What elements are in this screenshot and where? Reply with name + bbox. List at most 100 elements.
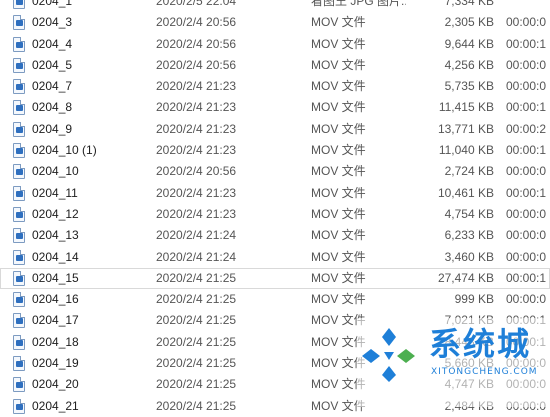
file-row[interactable]: 0204_10 2020/2/4 20:56 MOV 文件 2,724 KB 00:00… <box>0 161 550 182</box>
file-name: 0204_9 <box>32 121 73 136</box>
file-name: 0204_20 <box>32 377 79 392</box>
file-name: 0204_11 <box>32 185 78 200</box>
file-name: 0204_8 <box>32 100 73 115</box>
file-duration: 00:00:0 <box>506 79 547 94</box>
mov-file-icon <box>13 36 25 52</box>
file-size: 4,754 KB <box>444 206 494 221</box>
file-type: MOV 文件 <box>311 228 366 243</box>
file-name: 0204_17 <box>32 313 79 328</box>
file-row[interactable]: 0204_3 2020/2/4 20:56 MOV 文件 2,305 KB 00:00:… <box>0 12 550 33</box>
file-row[interactable]: 0204_16 2020/2/4 21:25 MOV 文件 999 KB 00:00:0 <box>0 289 550 310</box>
file-duration: 00:00:2 <box>506 121 547 136</box>
file-name: 0204_5 <box>32 57 73 72</box>
watermark-logo-icon <box>362 328 415 382</box>
file-modified-date: 2020/2/4 21:25 <box>156 377 237 392</box>
file-name: 0204_21 <box>32 398 79 413</box>
file-size: 7,334 KB <box>444 0 494 8</box>
file-name: 0204_19 <box>32 356 79 371</box>
file-size: 2,305 KB <box>444 15 494 30</box>
file-modified-date: 2020/2/4 21:25 <box>156 356 237 371</box>
file-name: 0204_3 <box>32 15 73 30</box>
file-duration: 00:00:1 <box>506 143 547 158</box>
file-modified-date: 2020/2/4 21:25 <box>156 270 237 285</box>
file-duration: 00:00:0 <box>506 57 547 72</box>
file-type: MOV 文件 <box>311 121 366 136</box>
watermark: 系统城 XITONGCHENG.COM <box>357 318 550 407</box>
file-duration: 00:00:0 <box>506 206 547 221</box>
watermark-subtitle: XITONGCHENG.COM <box>431 367 538 377</box>
file-type: MOV 文件 <box>311 164 366 179</box>
file-row[interactable]: 0204_14 2020/2/4 21:24 MOV 文件 3,460 KB 00:00… <box>0 247 550 268</box>
file-duration: 00:00:0 <box>506 228 547 243</box>
file-duration: 00:00:0 <box>506 164 547 179</box>
file-modified-date: 2020/2/4 21:23 <box>156 79 237 94</box>
file-modified-date: 2020/2/4 20:56 <box>156 15 237 30</box>
file-row[interactable]: 0204_5 2020/2/4 20:56 MOV 文件 4,256 KB 00:00:… <box>0 55 550 76</box>
file-type: MOV 文件 <box>311 206 366 221</box>
watermark-title: 系统城 <box>429 325 532 363</box>
mov-file-icon <box>13 292 25 308</box>
file-row[interactable]: 0204_13 2020/2/4 21:24 MOV 文件 6,233 KB 00:00… <box>0 225 550 246</box>
file-type: MOV 文件 <box>311 57 366 72</box>
file-size: 5,735 KB <box>444 79 494 94</box>
mov-file-icon <box>13 356 25 372</box>
file-row[interactable]: 0204_11 2020/2/4 21:23 MOV 文件 10,461 KB 00:0… <box>0 183 550 204</box>
file-name: 0204_10 (1) <box>32 143 97 158</box>
file-row[interactable]: 0204_9 2020/2/4 21:23 MOV 文件 13,771 KB 00:00… <box>0 119 550 140</box>
file-row[interactable]: 0204_10 (1) 2020/2/4 21:23 MOV 文件 11,040 KB… <box>0 140 550 161</box>
file-type: MOV 文件 <box>311 185 366 200</box>
file-duration: 00:00:0 <box>506 15 547 30</box>
file-modified-date: 2020/2/4 21:23 <box>156 185 237 200</box>
file-row[interactable]: 0204_12 2020/2/4 21:23 MOV 文件 4,754 KB 00:00… <box>0 204 550 225</box>
mov-file-icon <box>13 249 25 265</box>
file-duration: 00:00:1 <box>506 270 547 285</box>
file-name: 0204_4 <box>32 36 73 51</box>
file-name: 0204_10 <box>32 164 79 179</box>
file-modified-date: 2020/2/5 22:04 <box>156 0 237 8</box>
file-duration: 00:00:0 <box>506 249 547 264</box>
file-row[interactable]: 0204_1 2020/2/5 22:04 看图王 JPG 图片... 7,334 K… <box>0 0 550 12</box>
mov-file-icon <box>13 270 25 286</box>
mov-file-icon <box>13 15 25 31</box>
file-name: 0204_7 <box>32 79 73 94</box>
file-duration: 00:00:1 <box>506 185 547 200</box>
mov-file-icon <box>13 0 25 9</box>
file-size: 13,771 KB <box>437 121 494 136</box>
file-modified-date: 2020/2/4 21:25 <box>156 313 237 328</box>
file-row[interactable]: 0204_7 2020/2/4 21:23 MOV 文件 5,735 KB 00:00:… <box>0 76 550 97</box>
file-type: MOV 文件 <box>311 100 366 115</box>
file-row[interactable]: 0204_4 2020/2/4 20:56 MOV 文件 9,644 KB 00:00:… <box>0 34 550 55</box>
file-name: 0204_18 <box>32 334 79 349</box>
mov-file-icon <box>13 121 25 137</box>
file-modified-date: 2020/2/4 21:25 <box>156 334 237 349</box>
file-size: 999 KB <box>454 292 494 307</box>
file-name: 0204_13 <box>32 228 79 243</box>
file-type: MOV 文件 <box>311 15 366 30</box>
file-size: 11,040 KB <box>438 143 494 158</box>
file-modified-date: 2020/2/4 21:25 <box>156 292 237 307</box>
file-modified-date: 2020/2/4 21:24 <box>156 249 237 264</box>
file-size: 27,474 KB <box>437 270 494 285</box>
file-type: MOV 文件 <box>311 36 366 51</box>
file-duration: 00:00:0 <box>506 292 547 307</box>
file-modified-date: 2020/2/4 21:24 <box>156 228 237 243</box>
file-size: 9,644 KB <box>444 36 494 51</box>
file-duration: 00:00:1 <box>506 100 547 115</box>
file-type: MOV 文件 <box>311 249 366 264</box>
file-size: 6,233 KB <box>444 228 494 243</box>
file-modified-date: 2020/2/4 21:23 <box>156 121 237 136</box>
file-modified-date: 2020/2/4 21:25 <box>156 398 237 413</box>
mov-file-icon <box>13 206 25 222</box>
file-name: 0204_1 <box>32 0 73 8</box>
file-modified-date: 2020/2/4 21:23 <box>156 143 237 158</box>
file-name: 0204_12 <box>32 206 79 221</box>
file-row[interactable]: 0204_8 2020/2/4 21:23 MOV 文件 11,415 KB 00:00… <box>0 97 550 118</box>
file-modified-date: 2020/2/4 21:23 <box>156 206 237 221</box>
file-row[interactable]: 0204_15 2020/2/4 21:25 MOV 文件 27,474 KB 00:0… <box>0 267 550 290</box>
file-size: 10,461 KB <box>437 185 494 200</box>
file-modified-date: 2020/2/4 20:56 <box>156 36 237 51</box>
file-name: 0204_15 <box>32 270 79 285</box>
mov-file-icon <box>13 143 25 159</box>
file-type: MOV 文件 <box>311 270 366 285</box>
mov-file-icon <box>13 228 25 244</box>
